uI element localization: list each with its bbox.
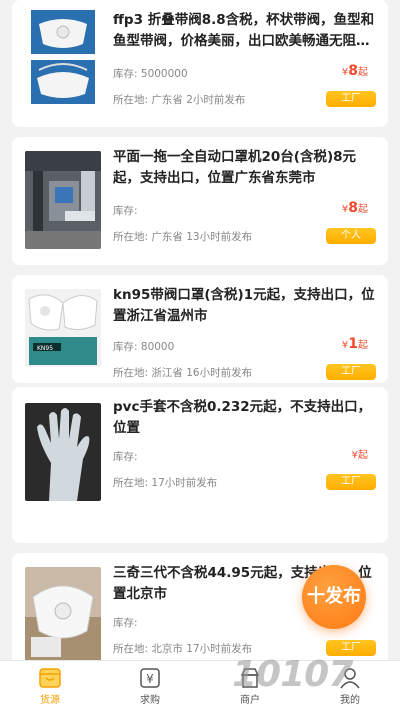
location-row: 所在地: 17小时前发布 工厂 <box>113 474 376 495</box>
location-value: 广东省 2小时前发布 <box>151 94 246 106</box>
seller-type-badge: 工厂 <box>326 474 376 490</box>
listing-feed[interactable]: ffp3 折叠带阀8.8含税，杯状带阀，鱼型和鱼型带阀，价格美丽，出口欧美畅通无… <box>0 0 400 660</box>
stock-label: 库存: <box>113 205 138 217</box>
listing-title: kn95带阀口罩(含税)1元起，支持出口，位置浙江省温州市 <box>113 287 375 324</box>
product-image <box>25 8 101 106</box>
location-label: 所在地: <box>113 231 149 243</box>
location-label: 所在地: <box>113 477 149 489</box>
tab-label: 货源 <box>40 695 60 706</box>
stock-label: 库存: <box>113 617 138 629</box>
price: ¥8起 <box>342 63 368 79</box>
yen-icon: ¥ <box>140 668 160 688</box>
tab-purchase[interactable]: ¥ 求购 <box>100 661 200 710</box>
product-image: KN95 <box>25 289 101 367</box>
store-icon <box>39 668 61 688</box>
price-suffix: 起 <box>358 340 368 351</box>
seller-type-badge: 工厂 <box>326 91 376 107</box>
stock-value: 80000 <box>140 341 175 353</box>
price-suffix: 起 <box>358 67 368 78</box>
price-suffix: 起 <box>358 450 368 461</box>
stock-value: 5000000 <box>140 68 188 80</box>
price-value: 8 <box>348 200 358 216</box>
location-label: 所在地: <box>113 94 149 106</box>
stock-row: 库存: ¥起 <box>113 449 376 469</box>
location-value: 17小时前发布 <box>151 477 218 489</box>
location-label: 所在地: <box>113 643 149 655</box>
listing-card[interactable]: ffp3 折叠带阀8.8含税，杯状带阀，鱼型和鱼型带阀，价格美丽，出口欧美畅通无… <box>12 0 388 127</box>
publish-button[interactable]: 十发布 <box>302 565 366 629</box>
price: ¥起 <box>352 446 368 462</box>
listing-card[interactable]: KN95 kn95带阀口罩(含税)1元起，支持出口，位置浙江省温州市 库存: 8… <box>12 275 388 383</box>
price-suffix: 起 <box>358 204 368 215</box>
listing-title: ffp3 折叠带阀8.8含税，杯状带阀，鱼型和鱼型带阀，价格美丽，出口欧美畅通无… <box>113 12 375 49</box>
listing-title: 平面一拖一全自动口罩机20台(含税)8元起，支持出口，位置广东省东莞市 <box>113 149 357 186</box>
location-value: 广东省 13小时前发布 <box>151 231 253 243</box>
svg-text:¥: ¥ <box>146 672 154 686</box>
stock-row: 库存: 5000000 ¥8起 <box>113 63 376 86</box>
tab-label: 求购 <box>140 695 160 706</box>
watermark-logo: 10107 <box>232 654 353 695</box>
stock-row: 库存: 80000 ¥1起 <box>113 336 376 359</box>
stock-label: 库存: <box>113 341 138 353</box>
tab-supply[interactable]: 货源 <box>0 661 100 710</box>
stock-row: 库存: ¥8起 <box>113 200 376 223</box>
location-label: 所在地: <box>113 367 149 379</box>
location-row: 所在地: 浙江省 16小时前发布 工厂 <box>113 364 376 385</box>
listing-card[interactable]: 平面一拖一全自动口罩机20台(含税)8元起，支持出口，位置广东省东莞市 库存: … <box>12 137 388 265</box>
price: ¥8起 <box>342 200 368 216</box>
location-row: 所在地: 广东省 13小时前发布 个人 <box>113 228 376 249</box>
price: ¥1起 <box>342 336 368 352</box>
seller-type-badge: 个人 <box>326 228 376 244</box>
product-image <box>25 567 101 660</box>
product-image <box>25 403 101 501</box>
stock-label: 库存: <box>113 68 138 80</box>
product-image <box>25 151 101 249</box>
listing-card[interactable]: pvc手套不含税0.232元起，不支持出口，位置 库存: ¥起 所在地: 17小… <box>12 387 388 543</box>
listing-title: pvc手套不含税0.232元起，不支持出口，位置 <box>113 399 372 436</box>
location-value: 浙江省 16小时前发布 <box>151 367 253 379</box>
svg-text:KN95: KN95 <box>37 345 53 352</box>
location-row: 所在地: 广东省 2小时前发布 工厂 <box>113 91 376 112</box>
price-value: 1 <box>348 336 358 352</box>
seller-type-badge: 工厂 <box>326 364 376 380</box>
price-value: 8 <box>348 63 358 79</box>
stock-label: 库存: <box>113 451 138 463</box>
